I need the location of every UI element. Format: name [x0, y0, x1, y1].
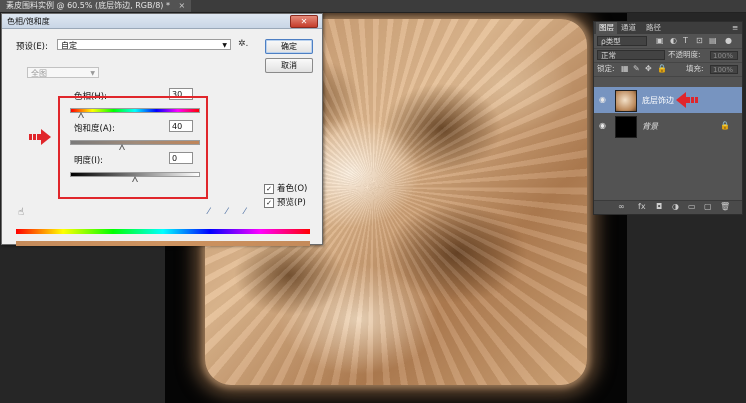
layer-name[interactable]: 背景: [642, 121, 658, 132]
layer-thumbnail: [615, 116, 637, 138]
add-mask-icon[interactable]: ◘: [656, 202, 662, 211]
layer-row[interactable]: ◉ 背景 🔒: [594, 113, 742, 139]
annotation-highlight-box: [58, 96, 208, 199]
lock-paint-icon[interactable]: ✎: [633, 63, 640, 75]
lock-label: 锁定:: [597, 64, 615, 73]
filter-pixel-icon[interactable]: ▣: [656, 35, 664, 47]
trash-icon[interactable]: 🗑: [720, 202, 730, 211]
gear-icon[interactable]: ✲.: [238, 39, 248, 49]
layer-name[interactable]: 底层饰边: [642, 95, 674, 106]
tab-paths[interactable]: 路径: [646, 22, 661, 34]
eye-icon[interactable]: ◉: [599, 95, 606, 104]
document-tab-bar: 素皮围料实例 @ 60.5% (底层饰边, RGB/8) * ×: [0, 0, 746, 13]
lock-all-icon[interactable]: 🔒: [657, 63, 667, 75]
eyedropper-plus-icon[interactable]: ⁄: [226, 207, 228, 217]
fx-icon[interactable]: fx: [638, 202, 646, 211]
opacity-input[interactable]: 100%: [710, 51, 738, 60]
filter-type-icon[interactable]: T: [683, 35, 688, 47]
annotation-arrow-icon: [29, 129, 51, 145]
layers-panel: 图层 通道 路径 ≡ ρ类型 ▣ ◐ T ⊡ ▤ ● 正常 不透明度: 100%…: [593, 21, 743, 215]
blend-row: 正常 不透明度: 100%: [594, 49, 742, 63]
filter-toggle-icon[interactable]: ●: [725, 35, 732, 47]
preview-checkbox[interactable]: ✓ 预览(P): [264, 196, 306, 208]
checkmark-icon: ✓: [264, 197, 274, 208]
document-tab[interactable]: 素皮围料实例 @ 60.5% (底层饰边, RGB/8) * ×: [0, 0, 192, 12]
preview-label: 预览(P): [277, 198, 306, 208]
annotation-arrow-icon: [676, 92, 698, 108]
preset-value: 自定: [61, 41, 77, 50]
input-color-bar: [16, 229, 310, 234]
eye-icon[interactable]: ◉: [599, 121, 606, 130]
layers-panel-footer: ∞ fx ◘ ◑ ▭ ▢ 🗑: [594, 200, 742, 214]
blend-mode-select[interactable]: 正常: [597, 50, 665, 60]
lock-icon: 🔒: [720, 121, 730, 130]
close-tab-icon[interactable]: ×: [179, 1, 186, 10]
document-tab-title: 素皮围料实例 @ 60.5% (底层饰边, RGB/8) *: [6, 1, 170, 10]
chevron-down-icon: ▼: [90, 70, 95, 77]
panel-tabs: 图层 通道 路径 ≡: [594, 22, 742, 34]
colorize-label: 着色(O): [277, 184, 308, 194]
colorize-checkbox[interactable]: ✓ 着色(O): [264, 182, 307, 194]
eyedropper-minus-icon[interactable]: ⁄: [244, 207, 246, 217]
dialog-title: 色相/饱和度: [7, 17, 50, 26]
eyedropper-icon[interactable]: ⁄: [208, 207, 210, 217]
close-dialog-button[interactable]: ✕: [290, 15, 318, 28]
fill-input[interactable]: 100%: [710, 65, 738, 74]
opacity-label: 不透明度:: [668, 50, 701, 59]
channel-value: 全图: [31, 69, 47, 78]
layer-row[interactable]: ◉ 底层饰边: [594, 87, 742, 113]
filter-adjustment-icon[interactable]: ◐: [670, 35, 677, 47]
cancel-button[interactable]: 取消: [265, 58, 313, 73]
output-color-bar: [16, 241, 310, 246]
new-group-icon[interactable]: ▭: [688, 202, 696, 211]
preset-label: 预设(E):: [16, 42, 48, 52]
ok-button[interactable]: 确定: [265, 39, 313, 54]
dialog-titlebar[interactable]: 色相/饱和度 ✕: [2, 14, 322, 29]
adjustment-layer-icon[interactable]: ◑: [672, 202, 679, 211]
panel-menu-icon[interactable]: ≡: [732, 22, 738, 34]
channel-select[interactable]: 全图 ▼: [27, 67, 99, 78]
filter-shape-icon[interactable]: ⊡: [696, 35, 703, 47]
tab-channels[interactable]: 通道: [621, 22, 636, 34]
kind-filter-select[interactable]: ρ类型: [597, 36, 647, 46]
tab-layers[interactable]: 图层: [596, 22, 617, 34]
filter-row: ρ类型 ▣ ◐ T ⊡ ▤ ●: [594, 35, 742, 49]
new-layer-icon[interactable]: ▢: [704, 202, 712, 211]
chevron-down-icon: ▼: [222, 42, 227, 49]
fill-label: 填充:: [686, 64, 704, 73]
hand-adjust-icon[interactable]: ☝: [18, 207, 24, 218]
layer-thumbnail: [615, 90, 637, 112]
checkmark-icon: ✓: [264, 183, 274, 194]
lock-move-icon[interactable]: ✥: [645, 63, 652, 75]
lock-transparent-icon[interactable]: ▦: [621, 63, 629, 75]
link-layers-icon[interactable]: ∞: [618, 202, 625, 211]
hue-saturation-dialog: 色相/饱和度 ✕ 预设(E): 自定 ▼ ✲. 确定 取消 全图 ▼ 色相(H)…: [1, 13, 323, 246]
lock-row: 锁定: ▦ ✎ ✥ 🔒 填充: 100%: [594, 63, 742, 77]
filter-smart-icon[interactable]: ▤: [709, 35, 717, 47]
preset-select[interactable]: 自定 ▼: [57, 39, 231, 50]
